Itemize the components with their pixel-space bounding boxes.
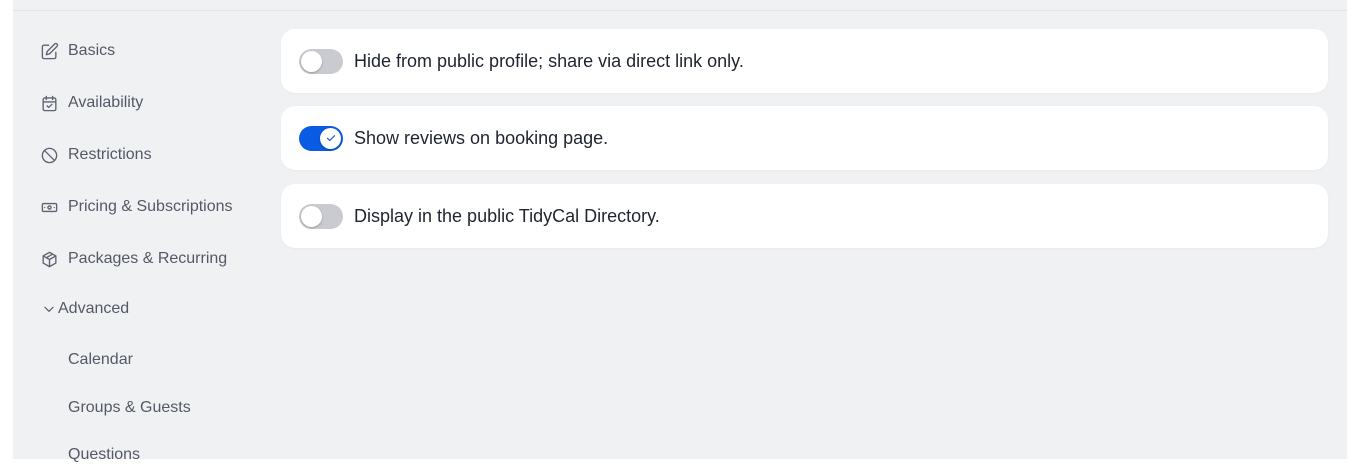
setting-label: Display in the public TidyCal Directory.: [354, 205, 660, 226]
sidebar-item-label: Restrictions: [68, 146, 152, 163]
setting-card-show-reviews: Show reviews on booking page.: [281, 106, 1328, 170]
chevron-down-icon: [44, 306, 54, 312]
show-reviews-toggle[interactable]: [299, 125, 343, 151]
calendar-check-icon: [40, 94, 59, 113]
toggle-knob: [301, 205, 322, 227]
sidebar-item-label: Availability: [68, 94, 144, 111]
toggle-knob: [301, 50, 322, 72]
sidebar-item-packages[interactable]: Packages & Recurring: [40, 244, 227, 274]
hide-profile-toggle[interactable]: [299, 48, 343, 74]
sidebar-item-label: Pricing & Subscriptions: [68, 198, 233, 215]
cash-icon: [40, 198, 59, 217]
setting-card-hide-profile: Hide from public profile; share via dire…: [281, 29, 1328, 93]
sidebar-item-label: Basics: [68, 42, 116, 59]
sidebar-item-questions[interactable]: Questions: [68, 440, 140, 470]
settings-sidebar: Basics Availability Restrictions Pricing…: [13, 11, 268, 463]
toggle-knob: [320, 127, 341, 149]
sidebar-item-label: Groups & Guests: [68, 399, 191, 416]
sidebar-item-label: Questions: [68, 446, 141, 463]
sidebar-item-availability[interactable]: Availability: [40, 88, 143, 118]
sidebar-group-advanced[interactable]: Advanced: [42, 294, 129, 324]
sidebar-item-groups-guests[interactable]: Groups & Guests: [68, 393, 191, 423]
ban-icon: [40, 146, 59, 165]
package-icon: [40, 250, 59, 269]
sidebar-item-label: Packages & Recurring: [68, 250, 228, 267]
sidebar-item-calendar[interactable]: Calendar: [68, 345, 133, 375]
sidebar-item-label: Calendar: [68, 351, 133, 368]
check-icon: [326, 135, 335, 142]
setting-label: Hide from public profile; share via dire…: [354, 50, 744, 71]
sidebar-item-restrictions[interactable]: Restrictions: [40, 140, 152, 170]
setting-card-directory: Display in the public TidyCal Directory.: [281, 184, 1328, 248]
setting-label: Show reviews on booking page.: [354, 127, 609, 148]
edit-icon: [40, 42, 59, 61]
sidebar-item-pricing[interactable]: Pricing & Subscriptions: [40, 192, 233, 222]
sidebar-group-label: Advanced: [58, 300, 130, 317]
sidebar-item-basics[interactable]: Basics: [40, 36, 115, 66]
directory-toggle[interactable]: [299, 203, 343, 229]
